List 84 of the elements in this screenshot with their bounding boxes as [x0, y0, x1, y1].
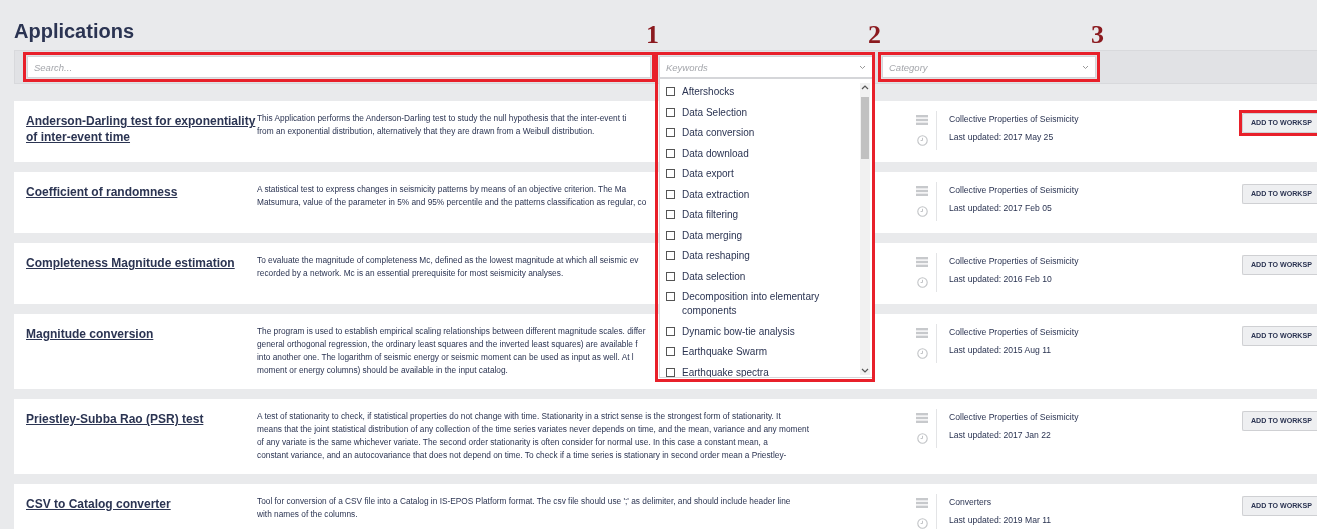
- description-line: Matsumura, value of the parameter in 5% and 95% percentile and the patterns classification as regular, co: [257, 196, 647, 209]
- chevron-down-icon: [859, 64, 866, 70]
- checkbox[interactable]: [666, 128, 675, 137]
- keyword-option[interactable]: Data extraction: [666, 187, 846, 202]
- description-line: Tool for conversion of a CSV file into a Catalog in IS-EPOS Platform format. The csv file should use ';' as delimiter, and should include header line: [257, 495, 791, 508]
- keyword-option[interactable]: Data merging: [666, 228, 846, 243]
- application-title-link[interactable]: CSV to Catalog converter: [26, 496, 171, 512]
- keyword-option[interactable]: Data Selection: [666, 105, 846, 120]
- keyword-option[interactable]: Earthquake Swarm: [666, 345, 846, 359]
- last-updated: Last updated: 2017 Feb 05: [949, 203, 1053, 213]
- description-line: into another one. The logarithm of seismic energy or seismic moment can be used as input as well. At l: [257, 351, 634, 364]
- last-updated: Last updated: 2017 Jan 22: [949, 430, 1052, 440]
- description-line: A statistical test to express changes in seismicity patterns by means of an objective criterion. The Ma: [257, 183, 627, 196]
- list-icon: [916, 498, 928, 508]
- category-label: Collective Properties of Seismicity: [949, 327, 1079, 337]
- keyword-option[interactable]: Data conversion: [666, 126, 846, 140]
- clock-icon: [916, 348, 928, 359]
- description-line: recorded by a network. Mc is an essential prerequisite for most seismicity analyses.: [257, 267, 564, 280]
- description-line: moment or energy columns) should be available in the input catalog.: [257, 364, 508, 377]
- category-label: Collective Properties of Seismicity: [949, 412, 1079, 422]
- application-title-link[interactable]: Anderson-Darling test for exponentiality of inter-event time: [26, 113, 257, 145]
- description-line: To evaluate the magnitude of completeness Mc, defined as the lowest magnitude at which all seismic ev: [257, 254, 639, 267]
- keyword-option[interactable]: Dynamic bow-tie analysis: [666, 324, 846, 339]
- application-title-link[interactable]: Magnitude conversion: [26, 326, 154, 342]
- checkbox[interactable]: [666, 230, 675, 240]
- clock-icon: [916, 277, 928, 288]
- checkbox[interactable]: [666, 367, 675, 377]
- category-label: Converters: [949, 497, 993, 507]
- list-icon: [916, 328, 928, 338]
- application-title-link[interactable]: Completeness Magnitude estimation: [26, 255, 235, 271]
- category-label: Collective Properties of Seismicity: [949, 185, 1079, 195]
- checkbox[interactable]: [666, 292, 675, 301]
- last-updated: Last updated: 2015 Aug 11: [949, 345, 1053, 355]
- description-line: with names of the columns.: [257, 508, 358, 521]
- last-updated: Last updated: 2019 Mar 11: [949, 515, 1052, 525]
- description-line: The program is used to establish empirical scaling relationships between different magnitude scales. differ: [257, 325, 646, 338]
- checkbox[interactable]: [666, 189, 675, 199]
- checkbox[interactable]: [666, 326, 675, 336]
- checkbox[interactable]: [666, 251, 675, 260]
- checkbox[interactable]: [666, 169, 675, 178]
- description-line: from an exponential distribution, alternatively that they are drawn from a Weibull distribution.: [257, 125, 595, 138]
- last-updated: Last updated: 2016 Feb 10: [949, 274, 1053, 284]
- checkbox[interactable]: [666, 347, 675, 356]
- clock-icon: [916, 135, 928, 146]
- list-icon: [916, 257, 928, 267]
- application-title-link[interactable]: Priestley-Subba Rao (PSR) test: [26, 411, 204, 427]
- keyword-option[interactable]: Aftershocks: [666, 85, 846, 99]
- category-label: Collective Properties of Seismicity: [949, 114, 1079, 124]
- clock-icon: [916, 206, 928, 217]
- description-line: means that the joint statistical distribution of any collection of the time series variates never depends on time, and the mean, variance and any moment: [257, 423, 810, 436]
- description-line: general orthogonal regression, the ordinary least squares and the inverted least squares) are available f: [257, 338, 638, 351]
- checkbox[interactable]: [666, 271, 675, 281]
- keyword-option[interactable]: Decomposition into elementary components: [666, 290, 846, 318]
- keyword-option[interactable]: Data download: [666, 146, 846, 161]
- checkbox[interactable]: [666, 87, 675, 96]
- checkbox[interactable]: [666, 210, 675, 219]
- keyword-option[interactable]: Earthquake spectra: [666, 365, 846, 377]
- annotation-number: 3: [1091, 22, 1104, 48]
- scroll-up-icon[interactable]: [861, 84, 869, 90]
- keyword-option[interactable]: Data reshaping: [666, 249, 846, 263]
- last-updated: Last updated: 2017 May 25: [949, 132, 1055, 142]
- page-title: Applications: [14, 20, 134, 44]
- clock-icon: [916, 433, 928, 444]
- keyword-option[interactable]: Data export: [666, 167, 846, 181]
- clock-icon: [916, 518, 928, 529]
- description-line: This Application performs the Anderson-Darling test to study the null hypothesis that the inter-event ti: [257, 112, 627, 125]
- scroll-down-icon[interactable]: [861, 368, 869, 374]
- list-icon: [916, 186, 928, 196]
- list-icon: [916, 413, 928, 423]
- category-label: Collective Properties of Seismicity: [949, 256, 1079, 266]
- chevron-down-icon: [1082, 64, 1089, 70]
- description-line: constant variance, and an autocovariance that does not depend on time. To check if a time series is stationary in second order mean a Priestley-: [257, 449, 787, 462]
- keyword-option[interactable]: Data selection: [666, 269, 846, 284]
- keyword-option[interactable]: Data filtering: [666, 208, 846, 222]
- checkbox[interactable]: [666, 148, 675, 158]
- scrollbar[interactable]: [860, 83, 870, 375]
- list-icon: [916, 115, 928, 125]
- annotation-number: 2: [868, 22, 881, 48]
- description-line: of any variate is the same whichever variate. The second order stationarity is often consider for normal use. In this case a constant mean, a: [257, 436, 768, 449]
- description-line: A test of stationarity to check, if statistical properties do not change with time. Stationarity in a strict sense is the strongest form of stationarity. It: [257, 410, 781, 423]
- annotation-number: 1: [646, 22, 659, 48]
- scrollbar-thumb[interactable]: [861, 97, 869, 159]
- checkbox[interactable]: [666, 107, 675, 117]
- application-title-link[interactable]: Coefficient of randomness: [26, 184, 178, 200]
